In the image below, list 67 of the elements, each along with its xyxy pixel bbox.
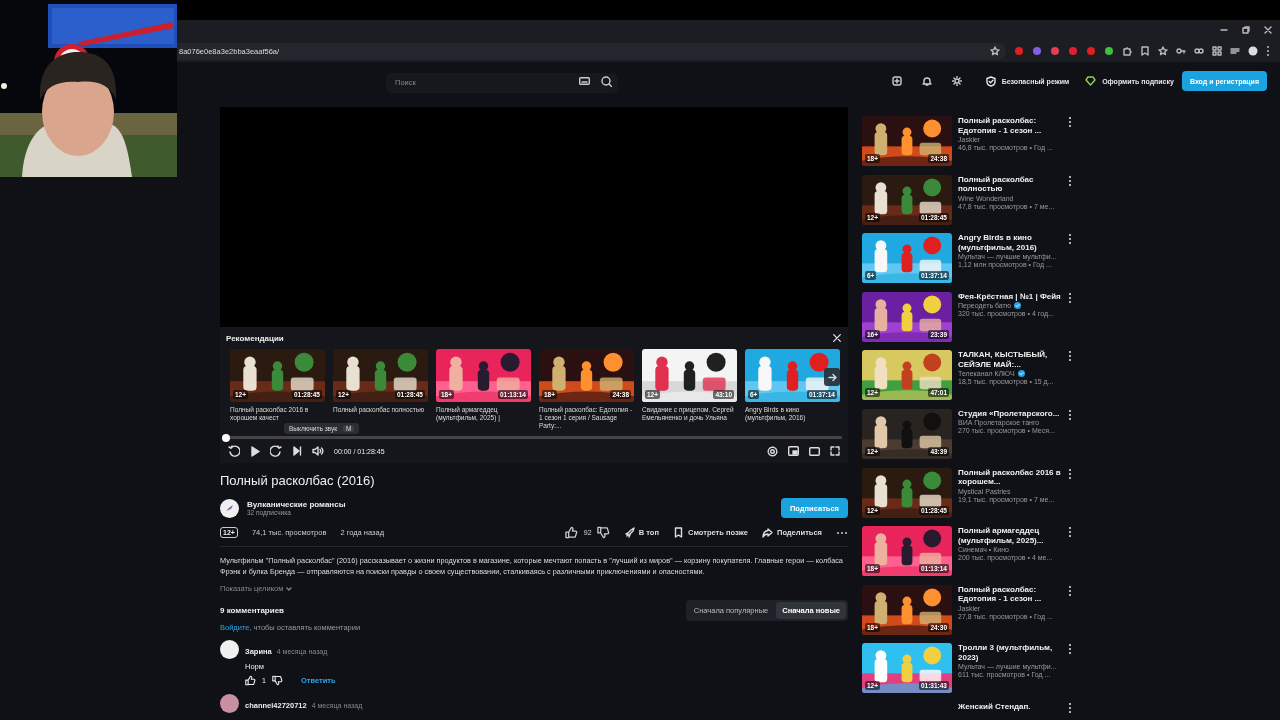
next-button[interactable] xyxy=(824,368,840,386)
share-icon xyxy=(762,527,773,538)
settings-icon[interactable] xyxy=(767,445,778,457)
menu-icon[interactable] xyxy=(1266,45,1270,57)
star-icon[interactable] xyxy=(990,46,1000,56)
more-icon[interactable] xyxy=(1068,174,1072,187)
theater-mode-icon[interactable] xyxy=(809,446,820,456)
user-avatar[interactable] xyxy=(220,640,239,659)
progress-handle[interactable] xyxy=(222,433,230,442)
forward-icon[interactable] xyxy=(270,445,282,457)
more-icon[interactable] xyxy=(1068,233,1072,246)
video-title[interactable]: Полный расколбас: Едотопия - 1 сезон ... xyxy=(958,116,1062,135)
diamond-icon xyxy=(1085,76,1097,86)
volume-icon[interactable] xyxy=(312,446,324,456)
video-title[interactable]: Полный расколбас: Едотопия - 1 сезон ... xyxy=(958,584,1062,604)
video-title[interactable]: Женский Стендап. xyxy=(958,701,1062,712)
video-title[interactable]: Фея-Крёстная | №1 | Фейя xyxy=(958,291,1062,302)
list-icon[interactable] xyxy=(1230,46,1240,56)
more-icon[interactable] xyxy=(1068,643,1072,656)
more-icon[interactable] xyxy=(1068,467,1072,480)
more-icon[interactable] xyxy=(1068,526,1072,539)
search-icon[interactable] xyxy=(600,75,612,87)
key-icon[interactable] xyxy=(1176,46,1186,56)
star-icon[interactable] xyxy=(1158,46,1168,56)
fullscreen-icon[interactable] xyxy=(830,446,840,456)
channel-avatar[interactable] xyxy=(220,498,239,518)
video-title: Полный расколбас (2016) xyxy=(220,473,376,488)
more-icon[interactable] xyxy=(1068,701,1072,714)
avatar-icon[interactable] xyxy=(1248,46,1258,56)
bookmark-icon[interactable] xyxy=(1140,46,1150,56)
link-icon[interactable] xyxy=(1194,46,1204,56)
more-icon[interactable] xyxy=(1068,350,1072,363)
close-icon[interactable] xyxy=(1264,26,1272,34)
bell-icon[interactable] xyxy=(921,76,932,86)
arrow-right-icon xyxy=(827,372,837,382)
skip-next-icon[interactable] xyxy=(292,446,302,456)
video-title[interactable]: ТАЛКАН, КЫСТЫБЫЙ, СЕЙЭЛЕ МАЙ:... xyxy=(958,350,1062,370)
video-title[interactable]: Тролли 3 (мультфильм, 2023) xyxy=(958,643,1062,663)
grid-icon[interactable] xyxy=(1212,46,1222,56)
channel-name[interactable]: Вулканические романсы xyxy=(247,500,346,509)
rewind-icon[interactable] xyxy=(228,445,240,457)
video-title[interactable]: Полный армагеддец (мультфильм, 2025)... xyxy=(958,526,1062,546)
like-icon[interactable] xyxy=(565,526,579,539)
video-title[interactable]: Angry Birds в кино (мультфильм, 2016) xyxy=(958,233,1062,253)
video-title[interactable]: Полный расколбас полностью xyxy=(958,174,1062,194)
keyboard-icon[interactable] xyxy=(579,77,590,85)
more-icon[interactable] xyxy=(1068,408,1072,421)
rocket-icon xyxy=(623,527,635,538)
add-icon[interactable] xyxy=(891,76,902,86)
dislike-icon[interactable] xyxy=(596,526,610,539)
user-avatar[interactable] xyxy=(220,694,239,713)
minimize-icon[interactable] xyxy=(1220,26,1228,34)
restore-icon[interactable] xyxy=(1242,26,1250,34)
sun-icon[interactable] xyxy=(951,76,962,86)
comment-count: 9 комментариев xyxy=(220,606,284,615)
more-icon[interactable] xyxy=(1068,116,1072,128)
more-icon[interactable] xyxy=(1068,584,1072,597)
chevron-down-icon xyxy=(286,586,293,591)
more-icon[interactable] xyxy=(1068,291,1072,304)
bookmark-icon xyxy=(673,527,684,538)
video-title[interactable]: Студия «Пролетарского... xyxy=(958,408,1062,419)
recommendations-heading: Рекомендации xyxy=(226,333,284,343)
picture-in-picture-icon[interactable] xyxy=(788,446,799,456)
video-title[interactable]: Полный расколбас 2016 в хорошем... xyxy=(958,467,1062,487)
shield-icon xyxy=(985,75,996,87)
play-icon[interactable] xyxy=(250,445,260,457)
more-icon[interactable] xyxy=(836,530,848,535)
